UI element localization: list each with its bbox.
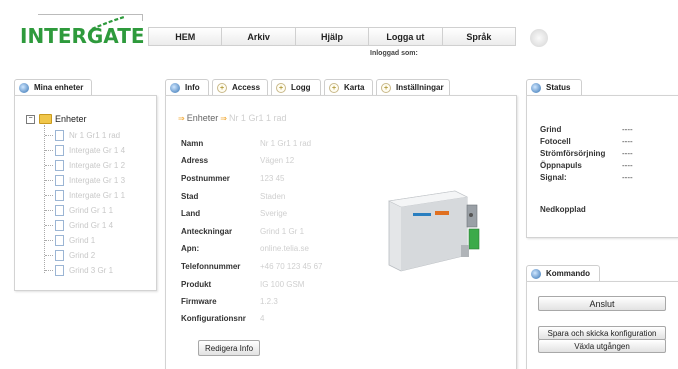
tree-item[interactable]: Grind 2: [45, 250, 95, 261]
logo-text: INTERGATE: [20, 24, 145, 48]
modem-device-image: [388, 190, 480, 272]
tree-root-label: Enheter: [55, 114, 87, 124]
document-icon: [55, 130, 64, 141]
field-label: Adress: [181, 156, 209, 165]
tree-item[interactable]: Intergate Gr 1 2: [45, 160, 125, 171]
tree-item[interactable]: Nr 1 Gr1 1 rad: [45, 130, 120, 141]
field-value: +46 70 123 45 67: [260, 262, 323, 271]
toggle-output-button[interactable]: Växla utgången: [538, 339, 666, 353]
field-label: Konfigurationsnr: [181, 314, 246, 323]
tab-status[interactable]: Status: [526, 79, 582, 95]
field-value: Nr 1 Gr1 1 rad: [260, 139, 312, 148]
status-value: ----: [622, 125, 633, 134]
tree-item[interactable]: Intergate Gr 1 3: [45, 175, 125, 186]
field-value: Vägen 12: [260, 156, 295, 165]
status-label: Grind: [540, 125, 562, 134]
info-circle-icon: [170, 82, 180, 93]
arrow-right-icon: ⇒: [220, 113, 227, 123]
field-value: Staden: [260, 192, 286, 201]
tree-item[interactable]: Grind Gr 1 1: [45, 205, 113, 216]
status-label: Signal:: [540, 173, 567, 182]
tab-map[interactable]: + Karta: [324, 79, 373, 95]
field-label: Firmware: [181, 297, 217, 306]
tree-item[interactable]: Grind 3 Gr 1: [45, 265, 113, 276]
field-label: Telefonnummer: [181, 262, 241, 271]
field-value: IG 100 GSM: [260, 280, 305, 289]
breadcrumb-current: Nr 1 Gr1 1 rad: [228, 113, 287, 123]
field-label: Produkt: [181, 280, 212, 289]
document-icon: [55, 190, 64, 201]
tab-my-devices-label: Mina enheter: [34, 83, 84, 92]
main-nav: HEM Arkiv Hjälp Logga ut Språk: [148, 27, 517, 46]
document-icon: [55, 220, 64, 231]
document-icon: [55, 160, 64, 171]
field-value: Grind 1 Gr 1: [260, 227, 305, 236]
command-panel: [526, 281, 678, 369]
plus-circle-icon: +: [381, 82, 391, 93]
info-circle-icon: [531, 82, 541, 93]
logged-in-label: Inloggad som:: [370, 50, 418, 57]
status-label: Fotocell: [540, 137, 571, 146]
connection-status: Nedkopplad: [540, 205, 586, 214]
field-value: 123 45: [260, 174, 285, 183]
field-label: Anteckningar: [181, 227, 233, 236]
document-icon: [55, 145, 64, 156]
tab-command[interactable]: Kommando: [526, 265, 600, 281]
tab-access[interactable]: + Access: [212, 79, 268, 95]
nav-home[interactable]: HEM: [148, 27, 222, 46]
document-icon: [55, 250, 64, 261]
status-label: Öppnapuls: [540, 161, 582, 170]
arrow-right-icon: ⇒: [178, 113, 185, 123]
edit-info-button[interactable]: Redigera Info: [198, 340, 260, 356]
plus-circle-icon: +: [217, 82, 227, 93]
info-circle-icon: [19, 82, 29, 93]
nav-archive[interactable]: Arkiv: [221, 27, 295, 46]
connect-button[interactable]: Anslut: [538, 296, 666, 311]
status-value: ----: [622, 161, 633, 170]
tree-root[interactable]: − Enheter: [26, 114, 87, 124]
status-value: ----: [622, 149, 633, 158]
status-label: Strömförsörjning: [540, 149, 606, 158]
status-value: ----: [622, 173, 633, 182]
breadcrumb: ⇒ Enheter ⇒ Nr 1 Gr1 1 rad: [178, 113, 286, 123]
field-label: Namn: [181, 139, 204, 148]
field-value: 1.2.3: [260, 297, 278, 306]
field-label: Postnummer: [181, 174, 230, 183]
document-icon: [55, 265, 64, 276]
save-send-config-button[interactable]: Spara och skicka konfiguration: [538, 326, 666, 340]
field-label: Apn:: [181, 244, 200, 253]
tree-item[interactable]: Grind 1: [45, 235, 95, 246]
plus-circle-icon: +: [276, 82, 286, 93]
breadcrumb-root[interactable]: Enheter: [187, 113, 219, 123]
plus-circle-icon: +: [329, 82, 339, 93]
field-value: online.telia.se: [260, 244, 309, 253]
field-value: Sverige: [260, 209, 288, 218]
intergate-logo: INTERGATE: [20, 14, 145, 48]
collapse-icon[interactable]: −: [26, 114, 35, 124]
tree-item[interactable]: Intergate Gr 1 1: [45, 190, 125, 201]
settings-gear-icon[interactable]: [530, 29, 548, 47]
tab-my-devices[interactable]: Mina enheter: [14, 79, 92, 95]
status-value: ----: [622, 137, 633, 146]
nav-logout[interactable]: Logga ut: [368, 27, 442, 46]
document-icon: [55, 205, 64, 216]
document-icon: [55, 175, 64, 186]
info-circle-icon: [531, 268, 541, 279]
tab-log[interactable]: + Logg: [271, 79, 321, 95]
field-label: Land: [181, 209, 201, 218]
nav-language[interactable]: Språk: [441, 27, 517, 46]
tree-item[interactable]: Intergate Gr 1 4: [45, 145, 125, 156]
tab-settings[interactable]: + Inställningar: [376, 79, 450, 95]
folder-open-icon: [39, 114, 52, 124]
document-icon: [55, 235, 64, 246]
field-label: Stad: [181, 192, 199, 201]
tree-item[interactable]: Grind Gr 1 4: [45, 220, 113, 231]
nav-help[interactable]: Hjälp: [294, 27, 369, 46]
field-value: 4: [260, 314, 265, 323]
tab-info[interactable]: Info: [165, 79, 209, 95]
